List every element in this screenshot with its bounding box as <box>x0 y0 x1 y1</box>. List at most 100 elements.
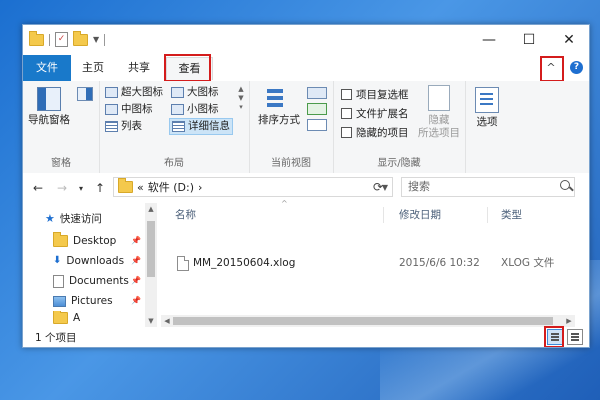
document-icon <box>53 274 64 288</box>
size-columns-icon[interactable] <box>307 119 327 131</box>
column-header-type[interactable]: 类型 <box>501 203 522 227</box>
tab-file[interactable]: 文件 <box>23 55 71 81</box>
layout-item-label: 小图标 <box>187 103 219 115</box>
status-bar: 1 个项目 <box>23 326 589 347</box>
layout-group-label: 布局 <box>164 158 184 169</box>
group-show-hide: 项目复选框 文件扩展名 隐藏的项目 隐藏 所选项目 显示/隐藏 <box>333 81 466 173</box>
item-count: 1 个项目 <box>35 332 77 344</box>
layout-list[interactable]: 列表 <box>105 119 142 134</box>
close-button[interactable]: ✕ <box>549 25 589 55</box>
file-extensions-checkbox[interactable] <box>341 107 352 119</box>
nav-pictures[interactable]: Pictures 📌 <box>53 291 143 311</box>
add-columns-icon[interactable] <box>307 103 327 115</box>
file-modified: 2015/6/6 10:32 <box>399 257 480 269</box>
table-row[interactable]: MM_20150604.xlog 2015/6/6 10:32 XLOG 文件 <box>161 253 589 273</box>
scroll-up-icon[interactable]: ▲ <box>145 205 157 213</box>
sort-indicator-icon: ^ <box>281 199 288 208</box>
new-folder-icon[interactable] <box>73 30 88 46</box>
layout-extra-large-icons[interactable]: 超大图标 <box>105 85 163 100</box>
layout-item-label: 详细信息 <box>188 120 230 132</box>
details-icon <box>172 121 185 132</box>
back-button[interactable]: ← <box>33 181 43 195</box>
item-checkboxes-checkbox[interactable] <box>341 88 352 100</box>
scroll-right-icon[interactable]: ▶ <box>563 315 575 327</box>
column-header-modified[interactable]: 修改日期 <box>399 203 441 227</box>
navigation-pane-label: 导航窗格 <box>28 114 70 126</box>
layout-scroll[interactable]: ▲ ▼ ▾ <box>237 85 245 139</box>
group-options: 选项 <box>465 81 509 173</box>
search-input[interactable]: 搜索 <box>401 177 575 197</box>
tab-home[interactable]: 主页 <box>75 57 111 79</box>
column-divider[interactable] <box>487 207 488 223</box>
sort-by-label: 排序方式 <box>258 114 300 126</box>
address-bar[interactable]: « 软件 (D:) › ▼ <box>113 177 393 197</box>
file-list-scrollbar[interactable]: ◀ ▶ <box>161 315 575 327</box>
hide-selected-button[interactable]: 隐藏 所选项目 <box>415 85 463 140</box>
scrollbar-thumb[interactable] <box>173 317 553 325</box>
layout-item-label: 超大图标 <box>121 86 163 98</box>
pictures-icon <box>53 295 66 307</box>
customize-toolbar-icon[interactable]: ▼ <box>93 35 99 44</box>
star-icon: ★ <box>45 212 55 225</box>
preview-pane-icon[interactable] <box>77 87 93 101</box>
tab-share[interactable]: 共享 <box>119 57 159 79</box>
layout-small-icons[interactable]: 小图标 <box>171 102 219 117</box>
extra-large-icons-icon <box>105 87 118 98</box>
ribbon-tabs: 文件 主页 共享 查看 ^ ? <box>23 54 589 82</box>
nav-folder-partial[interactable]: A <box>53 311 143 325</box>
help-icon[interactable]: ? <box>570 61 583 74</box>
layout-item-label: 列表 <box>121 120 142 132</box>
nav-desktop[interactable]: Desktop 📌 <box>53 231 143 251</box>
nav-item-label: Documents <box>69 275 129 287</box>
hidden-items-option[interactable]: 隐藏的项目 <box>341 124 409 140</box>
scroll-left-icon[interactable]: ◀ <box>161 315 173 327</box>
properties-icon[interactable]: ✓ <box>55 32 68 47</box>
column-divider[interactable] <box>383 207 384 223</box>
navigation-pane: ★ 快速访问 Desktop 📌 ⬇ Downloads 📌 Documents… <box>23 203 157 327</box>
scroll-down-icon[interactable]: ▼ <box>145 317 157 325</box>
pin-icon[interactable]: 📌 <box>131 271 141 291</box>
window-controls: — ☐ ✕ <box>469 25 589 55</box>
file-name: MM_20150604.xlog <box>193 257 296 269</box>
recent-locations-button[interactable]: ▾ <box>79 184 83 193</box>
options-button[interactable]: 选项 <box>469 87 505 129</box>
refresh-button[interactable]: ⟳ <box>373 180 383 194</box>
nav-downloads[interactable]: ⬇ Downloads 📌 <box>53 251 143 271</box>
layout-medium-icons[interactable]: 中图标 <box>105 102 153 117</box>
maximize-button[interactable]: ☐ <box>509 25 549 55</box>
nav-documents[interactable]: Documents 📌 <box>53 271 143 291</box>
view-tab-highlight <box>164 54 211 82</box>
pin-icon[interactable]: 📌 <box>131 291 141 311</box>
file-extensions-option[interactable]: 文件扩展名 <box>341 105 409 121</box>
layout-large-icons[interactable]: 大图标 <box>171 85 219 100</box>
nav-item-label: A <box>73 312 81 324</box>
forward-button[interactable]: → <box>57 181 67 195</box>
up-button[interactable]: ↑ <box>95 181 105 195</box>
panes-group-label: 窗格 <box>51 158 71 169</box>
group-by-icon[interactable] <box>307 87 327 99</box>
hidden-items-checkbox[interactable] <box>341 126 352 138</box>
layout-details[interactable]: 详细信息 <box>169 118 233 135</box>
address-path[interactable]: 软件 (D:) <box>148 179 194 195</box>
folder-icon <box>118 178 133 193</box>
address-bar-row: ← → ▾ ↑ « 软件 (D:) › ▼ ⟳ 搜索 <box>23 173 589 203</box>
file-icon <box>177 256 189 271</box>
column-header-name[interactable]: 名称 <box>175 203 196 227</box>
options-label: 选项 <box>476 116 498 128</box>
minimize-button[interactable]: — <box>469 25 509 55</box>
large-icons-view-button[interactable] <box>567 329 583 345</box>
pin-icon[interactable]: 📌 <box>131 231 141 251</box>
nav-pane-scrollbar[interactable]: ▲ ▼ <box>145 203 157 327</box>
show-hide-group-label: 显示/隐藏 <box>377 158 421 169</box>
item-checkboxes-option[interactable]: 项目复选框 <box>341 86 409 102</box>
sort-by-button[interactable]: 排序方式 <box>255 87 303 127</box>
scrollbar-thumb[interactable] <box>147 221 155 277</box>
group-current-view: 排序方式 当前视图 <box>249 81 334 173</box>
current-view-group-label: 当前视图 <box>271 158 311 169</box>
pin-icon[interactable]: 📌 <box>131 251 141 271</box>
hide-selected-label: 隐藏 <box>428 114 450 126</box>
address-separator[interactable]: › <box>198 181 202 194</box>
title-bar: ✓ ▼ — ☐ ✕ <box>23 25 589 55</box>
toolbar-separator <box>49 33 50 46</box>
navigation-pane-button[interactable]: 导航窗格 <box>27 87 71 127</box>
